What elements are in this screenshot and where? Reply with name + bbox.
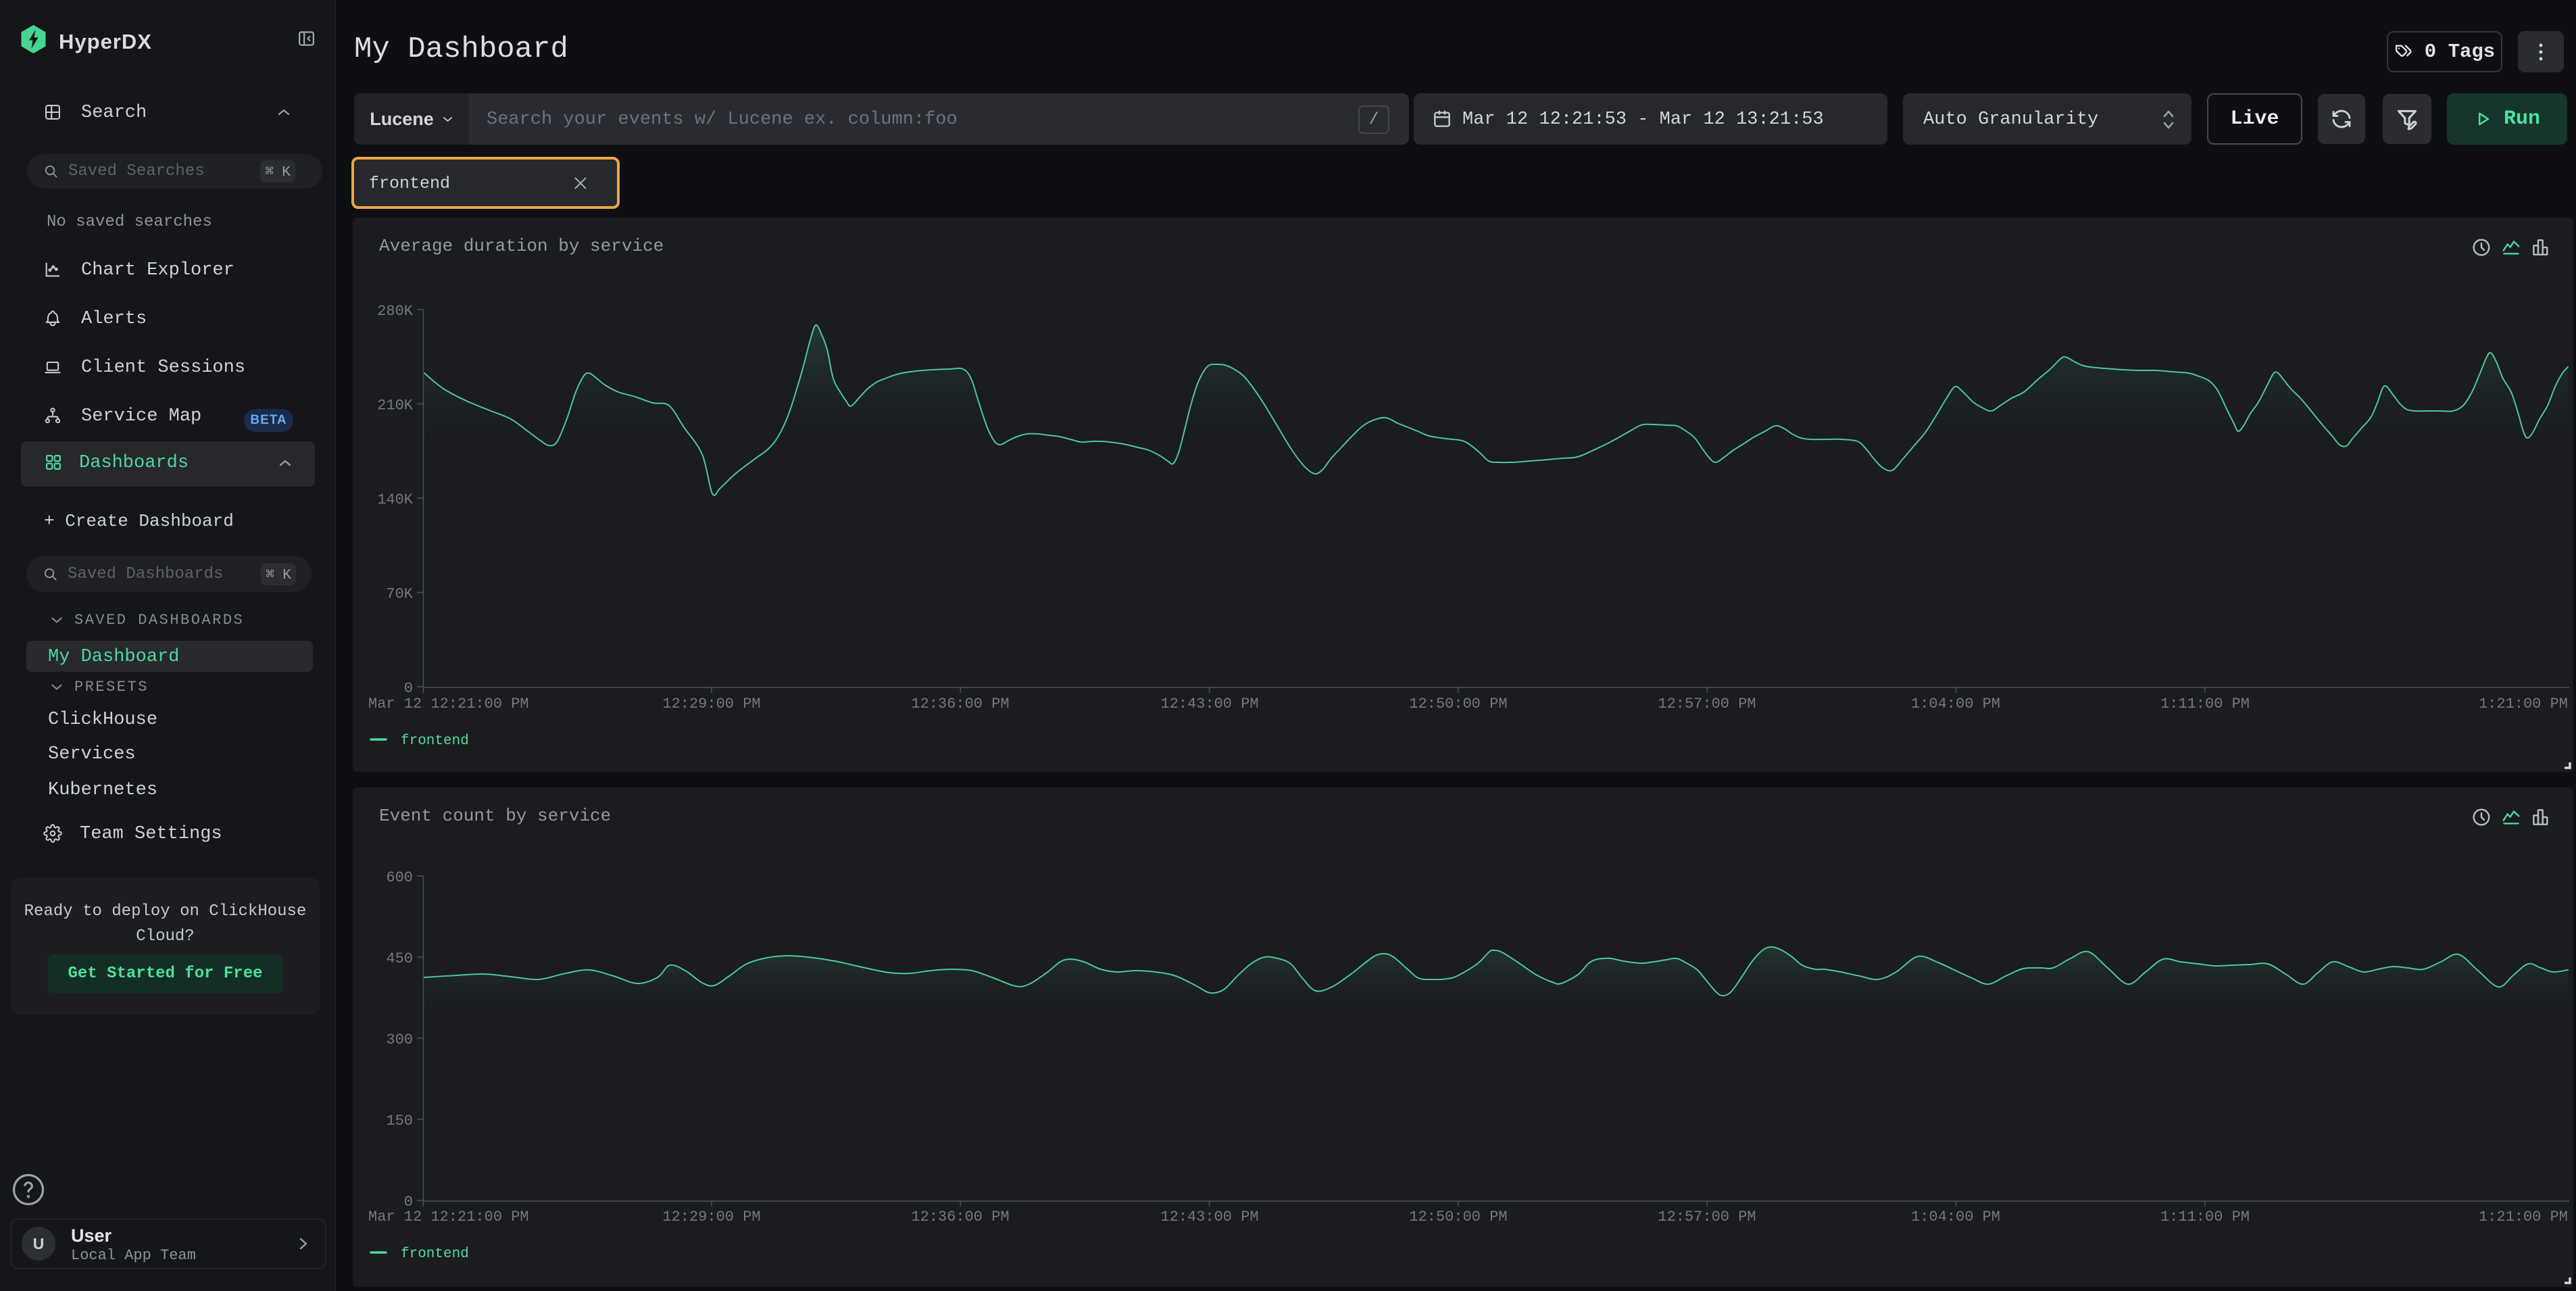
svg-text:210K: 210K (377, 397, 414, 414)
svg-text:12:50:00 PM: 12:50:00 PM (1409, 1209, 1507, 1225)
svg-text:Mar 12 12:21:00 PM: Mar 12 12:21:00 PM (368, 696, 529, 712)
svg-text:0: 0 (404, 680, 413, 697)
svg-text:70K: 70K (386, 586, 413, 603)
svg-text:1:04:00 PM: 1:04:00 PM (1911, 696, 2000, 712)
svg-text:140K: 140K (377, 491, 414, 508)
svg-text:12:50:00 PM: 12:50:00 PM (1409, 696, 1507, 712)
svg-text:300: 300 (386, 1031, 413, 1048)
svg-text:1:11:00 PM: 1:11:00 PM (2160, 1209, 2250, 1225)
svg-text:600: 600 (386, 869, 413, 886)
svg-text:1:11:00 PM: 1:11:00 PM (2160, 696, 2250, 712)
svg-text:150: 150 (386, 1113, 413, 1129)
svg-text:12:36:00 PM: 12:36:00 PM (911, 1209, 1009, 1225)
svg-text:1:04:00 PM: 1:04:00 PM (1911, 1209, 2000, 1225)
svg-text:280K: 280K (377, 303, 414, 320)
svg-text:450: 450 (386, 950, 413, 967)
svg-text:1:21:00 PM: 1:21:00 PM (2479, 1209, 2568, 1225)
svg-text:12:57:00 PM: 12:57:00 PM (1658, 1209, 1756, 1225)
svg-text:12:43:00 PM: 12:43:00 PM (1160, 696, 1258, 712)
svg-text:12:29:00 PM: 12:29:00 PM (662, 696, 760, 712)
svg-text:frontend: frontend (401, 733, 469, 749)
svg-text:frontend: frontend (401, 1246, 469, 1262)
svg-text:12:29:00 PM: 12:29:00 PM (662, 1209, 760, 1225)
svg-text:12:43:00 PM: 12:43:00 PM (1160, 1209, 1258, 1225)
svg-text:12:36:00 PM: 12:36:00 PM (911, 696, 1009, 712)
svg-text:1:21:00 PM: 1:21:00 PM (2479, 696, 2568, 712)
svg-text:Mar 12 12:21:00 PM: Mar 12 12:21:00 PM (368, 1209, 529, 1225)
svg-text:12:57:00 PM: 12:57:00 PM (1658, 696, 1756, 712)
